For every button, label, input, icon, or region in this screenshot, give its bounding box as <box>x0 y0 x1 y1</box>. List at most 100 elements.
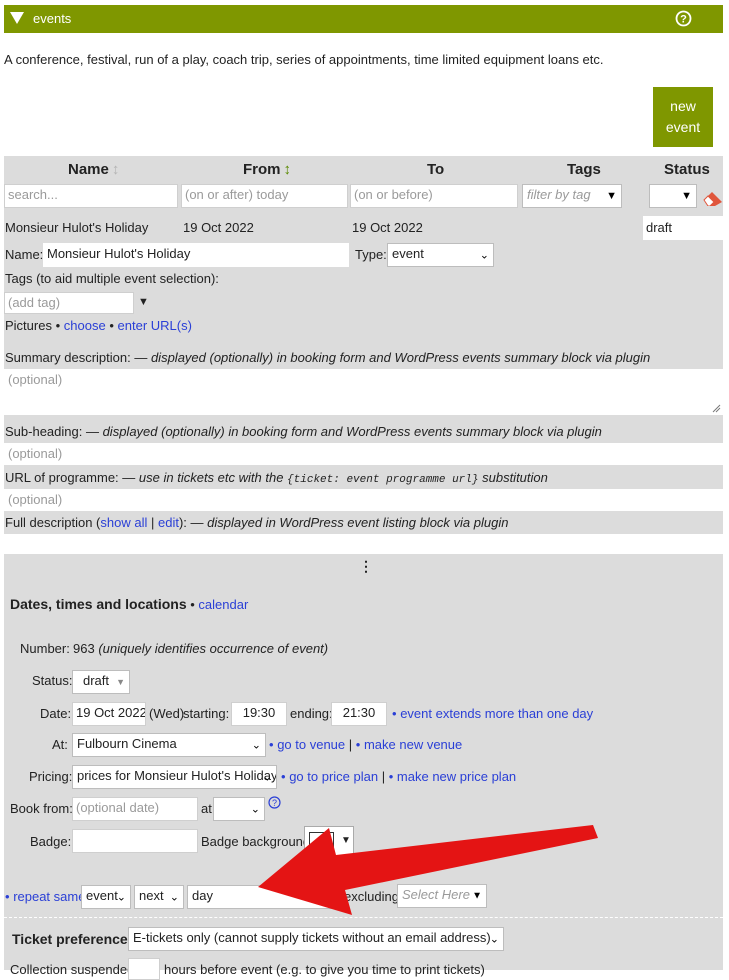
number-label: Number: <box>20 641 70 656</box>
column-status[interactable]: Status <box>664 161 710 178</box>
red-arrow-annotation <box>250 818 600 918</box>
number-row: 963 (uniquely identifies occurrence of e… <box>73 641 329 656</box>
chevron-down-icon: ▼ <box>116 677 125 687</box>
tags-label: Tags (to aid multiple event selection): <box>5 271 219 286</box>
show-all-link[interactable]: show all <box>100 515 147 530</box>
to-filter-input[interactable]: (on or before) <box>350 184 518 208</box>
calendar-link[interactable]: calendar <box>198 597 248 612</box>
start-time-input[interactable]: 19:30 <box>231 702 287 726</box>
chevron-down-icon: ⌄ <box>116 891 126 904</box>
day-of-week: (Wed) <box>149 706 185 721</box>
event-row-from: 19 Oct 2022 <box>183 220 254 235</box>
name-label: Name: <box>5 247 44 262</box>
column-from[interactable]: From ↕ <box>243 161 291 178</box>
column-name[interactable]: Name ↕ <box>68 161 119 178</box>
intro-text: A conference, festival, run of a play, c… <box>4 52 604 67</box>
repeat-next-select[interactable]: next ⌄ <box>134 885 184 909</box>
enter-url-link[interactable]: enter URL(s) <box>118 318 192 333</box>
clear-filters-eraser-icon[interactable] <box>702 190 724 206</box>
badge-label: Badge: <box>30 834 72 849</box>
venue-links: • go to venue | • make new venue <box>269 737 463 752</box>
section-divider <box>4 917 723 918</box>
column-to[interactable]: To <box>427 161 444 178</box>
repeat-what-select[interactable]: event ⌄ <box>81 885 131 909</box>
end-time-input[interactable]: 21:30 <box>331 702 387 726</box>
header-title: events <box>33 11 72 26</box>
chevron-down-icon: ⌄ <box>250 803 260 816</box>
pricing-select[interactable]: prices for Monsieur Hulot's Holiday ⌄ <box>72 765 277 789</box>
chevron-down-icon: ▼ <box>606 190 617 202</box>
extends-link[interactable]: event extends more than one day <box>400 706 593 721</box>
tag-dropdown-icon[interactable]: ▼ <box>138 296 149 308</box>
more-options-icon[interactable]: ⋮ <box>359 558 373 575</box>
book-from-date-input[interactable]: (optional date) <box>72 797 198 821</box>
type-label: Type: <box>355 247 387 262</box>
resize-grip-icon[interactable] <box>711 403 721 413</box>
chevron-down-icon: ⌄ <box>489 933 499 946</box>
new-event-line2: event <box>665 119 701 135</box>
events-header[interactable] <box>4 5 723 33</box>
add-tag-input[interactable]: (add tag) <box>4 292 134 314</box>
event-row-to: 19 Oct 2022 <box>352 220 423 235</box>
chevron-down-icon: ⌄ <box>479 249 489 262</box>
make-new-venue-link[interactable]: make new venue <box>364 737 462 752</box>
choose-pictures-link[interactable]: choose <box>64 318 106 333</box>
book-from-help-icon[interactable]: ? <box>268 796 281 809</box>
help-circle-icon[interactable]: ? <box>675 10 692 27</box>
subheading-label-row: Sub-heading: — displayed (optionally) in… <box>5 424 602 439</box>
event-type-select[interactable]: event ⌄ <box>387 243 494 267</box>
ticket-preference-label: Ticket preference: <box>12 931 133 947</box>
extends-row: • event extends more than one day <box>392 706 594 721</box>
date-input[interactable]: 19 Oct 2022 <box>72 702 146 726</box>
price-links: • go to price plan | • make new price pl… <box>281 769 517 784</box>
starting-label: starting: <box>183 706 230 721</box>
ticket-preference-select[interactable]: E-tickets only (cannot supply tickets wi… <box>128 927 504 951</box>
chevron-down-icon: ⌄ <box>169 891 179 904</box>
dates-heading: Dates, times and locations <box>10 596 187 612</box>
sort-icon: ↕ <box>111 161 120 178</box>
venue-select[interactable]: Fulbourn Cinema ⌄ <box>72 733 266 757</box>
date-label: Date: <box>40 706 72 721</box>
at-label: At: <box>52 737 68 752</box>
sort-active-icon: ↕ <box>283 161 292 178</box>
tag-filter-select[interactable]: filter by tag ▼ <box>522 184 622 208</box>
dates-heading-row: Dates, times and locations • calendar <box>10 596 249 612</box>
chevron-down-icon: ⌄ <box>262 771 272 784</box>
new-event-button[interactable]: new event <box>653 87 713 147</box>
from-filter-input[interactable]: (on or after) today <box>181 184 348 208</box>
pricing-label: Pricing: <box>29 769 73 784</box>
book-from-label: Book from: <box>10 801 73 816</box>
search-input[interactable]: search... <box>4 184 178 208</box>
chevron-down-icon: ▼ <box>681 190 692 202</box>
summary-textarea[interactable]: (optional) <box>4 369 723 415</box>
status-select[interactable]: draft ▼ <box>72 670 130 694</box>
url-label-row: URL of programme: — use in tickets etc w… <box>5 470 548 486</box>
subheading-input[interactable]: (optional) <box>4 443 723 465</box>
svg-text:?: ? <box>680 14 687 26</box>
status-filter-select[interactable]: ▼ <box>649 184 697 208</box>
repeat-same-link[interactable]: repeat same <box>13 889 85 904</box>
summary-label-row: Summary description: — displayed (option… <box>5 350 651 365</box>
svg-text:?: ? <box>272 798 277 808</box>
event-row-name[interactable]: Monsieur Hulot's Holiday <box>5 220 148 235</box>
status-label: Status: <box>32 673 73 688</box>
event-name-input[interactable]: Monsieur Hulot's Holiday <box>43 243 349 267</box>
column-tags[interactable]: Tags <box>567 161 601 178</box>
chevron-down-icon: ⌄ <box>251 739 261 752</box>
go-to-price-plan-link[interactable]: go to price plan <box>289 769 378 784</box>
collapse-triangle-icon[interactable] <box>10 12 24 24</box>
full-description-box[interactable] <box>4 534 723 554</box>
edit-link[interactable]: edit <box>158 515 179 530</box>
programme-url-input[interactable]: (optional) <box>4 489 723 511</box>
event-row-status: draft <box>643 216 723 240</box>
go-to-venue-link[interactable]: go to venue <box>277 737 345 752</box>
full-description-label-row: Full description (show all | edit): — di… <box>5 515 509 530</box>
repeat-row: • repeat same <box>5 889 86 904</box>
new-event-line1: new <box>670 98 696 114</box>
pictures-row: Pictures • choose • enter URL(s) <box>5 318 192 333</box>
ending-label: ending: <box>290 706 333 721</box>
book-at-label: at <box>201 801 212 816</box>
make-new-price-plan-link[interactable]: make new price plan <box>397 769 516 784</box>
badge-input[interactable] <box>72 829 198 853</box>
collection-hours-input[interactable] <box>128 958 160 980</box>
